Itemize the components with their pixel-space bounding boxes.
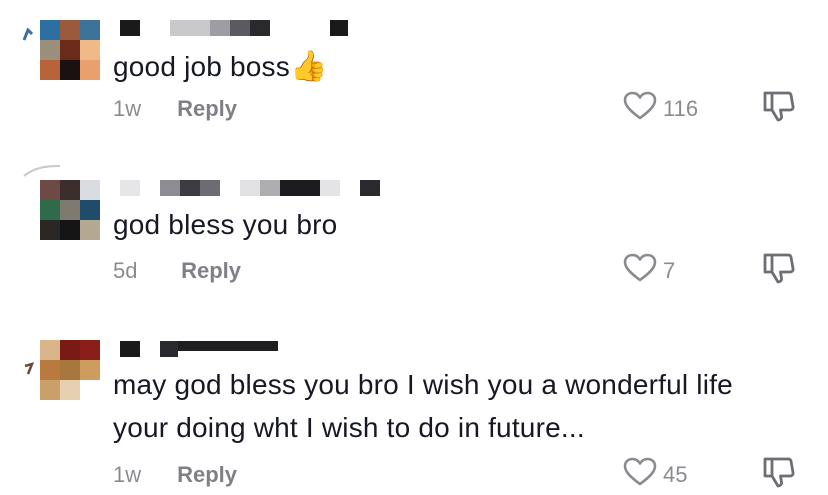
avatar[interactable] <box>40 340 100 400</box>
comment-time: 1w <box>113 96 142 121</box>
thumbs-down-icon[interactable] <box>762 253 796 288</box>
comment-text: may god bless you bro I wish you a wonde… <box>113 363 813 449</box>
username-redacted[interactable] <box>120 341 278 357</box>
username-redacted[interactable] <box>120 20 348 36</box>
comment-text: good job boss👍 <box>113 45 813 88</box>
reply-button[interactable]: Reply <box>177 462 237 487</box>
comment-text-line: may god bless you bro I wish you a wonde… <box>113 369 733 400</box>
heart-icon[interactable] <box>623 457 657 493</box>
reply-button[interactable]: Reply <box>177 96 237 121</box>
comment-time: 1w <box>113 462 142 487</box>
comment-text-content: god bless you bro <box>113 209 338 240</box>
thumbs-down-icon[interactable] <box>762 91 796 126</box>
heart-icon[interactable] <box>623 91 657 127</box>
comment-text-line: your doing wht I wish to do in future... <box>113 412 585 443</box>
like-count: 116 <box>663 96 699 121</box>
like-button[interactable]: 45 <box>623 457 687 493</box>
comment-text-content: good job boss <box>113 51 290 82</box>
comment-text: god bless you bro <box>113 203 813 246</box>
comment-meta: 1w Reply <box>113 96 237 122</box>
avatar-edge <box>22 164 61 178</box>
avatar-edge <box>22 362 35 376</box>
dislike-button[interactable] <box>762 252 796 289</box>
comment-time: 5d <box>113 258 138 283</box>
like-count: 45 <box>663 462 688 487</box>
thumbs-up-emoji: 👍 <box>289 50 328 83</box>
dislike-button[interactable] <box>762 456 796 493</box>
thumbs-down-icon[interactable] <box>762 457 796 492</box>
dislike-button[interactable] <box>762 90 796 127</box>
avatar[interactable] <box>40 180 100 240</box>
heart-icon[interactable] <box>623 253 657 289</box>
avatar-edge <box>22 27 34 42</box>
reply-button[interactable]: Reply <box>181 258 241 283</box>
comment-meta: 1w Reply <box>113 462 237 488</box>
avatar[interactable] <box>40 20 100 80</box>
like-button[interactable]: 116 <box>623 91 698 127</box>
like-button[interactable]: 7 <box>623 253 675 289</box>
comment-meta: 5d Reply <box>113 258 241 284</box>
like-count: 7 <box>663 258 676 283</box>
username-redacted[interactable] <box>120 180 380 196</box>
